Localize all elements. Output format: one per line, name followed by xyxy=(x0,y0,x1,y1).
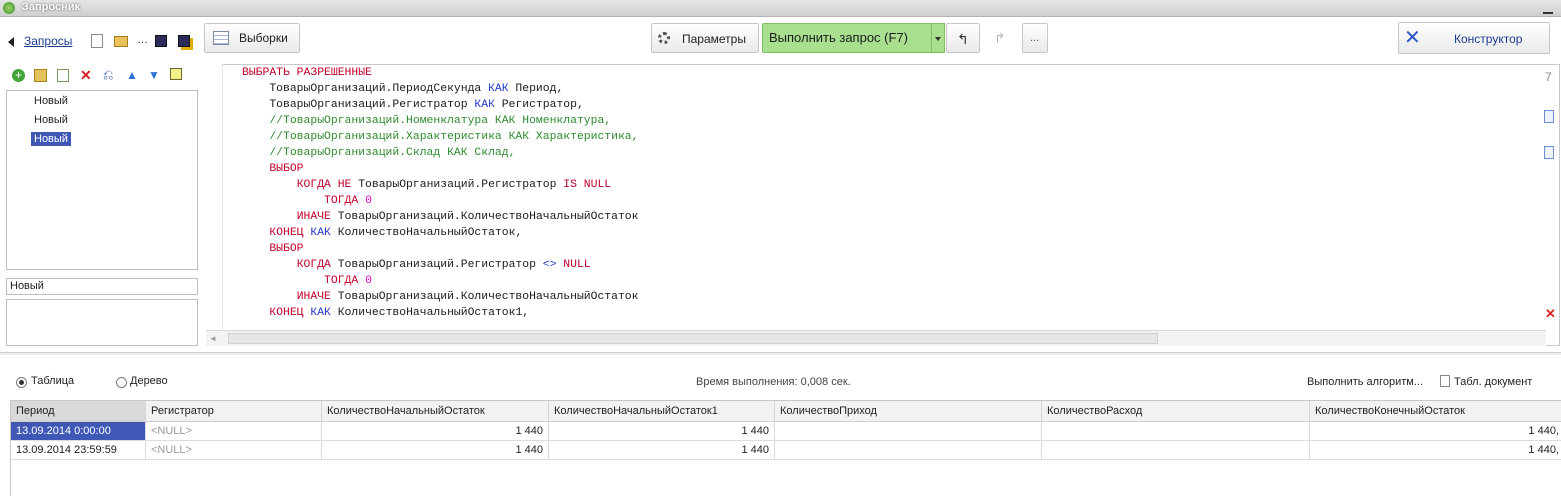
parameters-label: Параметры xyxy=(682,32,746,46)
add-icon[interactable]: + xyxy=(12,69,25,82)
parameters-button[interactable]: Параметры xyxy=(651,23,759,53)
gear-icon xyxy=(658,32,670,44)
column-header[interactable]: КоличествоНачальныйОстаток xyxy=(322,401,549,422)
query-item[interactable]: Новый xyxy=(31,94,71,108)
column-header[interactable]: КоличествоПриход xyxy=(775,401,1042,422)
rename-icon[interactable]: ⎌ xyxy=(103,67,113,83)
table-cell[interactable] xyxy=(775,422,1042,441)
pane-splitter[interactable] xyxy=(0,352,1561,355)
copy-icon[interactable] xyxy=(57,69,69,82)
expand-icon[interactable] xyxy=(170,68,182,80)
table-cell[interactable]: 13.09.2014 23:59:59 xyxy=(11,441,146,460)
chevron-down-icon xyxy=(935,37,941,41)
query-list[interactable]: Новый Новый Новый xyxy=(6,90,198,270)
tools-icon: ✕ xyxy=(1404,27,1421,49)
selections-button[interactable]: Выборки xyxy=(204,23,300,53)
editor-side-icon-1[interactable]: 7 xyxy=(1545,70,1552,84)
query-list-toolbar: + ✕ ⎌ ▲ ▼ xyxy=(6,66,198,86)
column-header[interactable]: КоличествоКонечныйОстаток xyxy=(1310,401,1561,422)
editor-horizontal-scrollbar[interactable]: ◄ xyxy=(206,330,1546,346)
table-cell[interactable] xyxy=(1042,441,1310,460)
open-folder-icon[interactable] xyxy=(114,36,128,47)
view-table-label[interactable]: Таблица xyxy=(31,375,74,387)
window-titlebar: Запросник xyxy=(0,0,1561,17)
column-header[interactable]: КоличествоРасход xyxy=(1042,401,1310,422)
constructor-label: Конструктор xyxy=(1454,32,1523,46)
editor-gutter xyxy=(206,64,223,330)
back-to-queries-link[interactable]: Запросы xyxy=(24,34,72,48)
redo-button[interactable]: ↱ xyxy=(984,23,1018,53)
undo-icon: ↰ xyxy=(957,31,969,47)
add-child-icon[interactable] xyxy=(34,69,47,82)
spreadsheet-icon xyxy=(1440,375,1450,387)
query-name-input[interactable]: Новый xyxy=(6,278,198,295)
table-cell[interactable]: 1 440 xyxy=(322,441,549,460)
execute-query-label: Выполнить запрос (F7) xyxy=(769,30,908,45)
table-cell[interactable] xyxy=(775,441,1042,460)
save-as-icon[interactable] xyxy=(178,35,190,47)
move-up-icon[interactable]: ▲ xyxy=(126,68,138,82)
table-icon xyxy=(213,31,229,45)
table-cell[interactable]: <NULL> xyxy=(146,441,322,460)
redo-icon: ↱ xyxy=(994,30,1006,46)
save-icon[interactable] xyxy=(155,35,167,47)
selections-label: Выборки xyxy=(239,31,288,45)
query-code[interactable]: ВЫБРАТЬ РАЗРЕШЕННЫЕ ТоварыОрганизаций.Пе… xyxy=(242,65,638,321)
query-description-input[interactable] xyxy=(6,299,198,346)
table-cell[interactable]: 1 440, xyxy=(1310,441,1561,460)
results-table[interactable]: Период Регистратор КоличествоНачальныйОс… xyxy=(10,400,1561,496)
more-options-label: ... xyxy=(1030,32,1040,44)
view-table-radio[interactable] xyxy=(16,377,27,388)
spreadsheet-button[interactable]: Табл. документ xyxy=(1454,376,1532,388)
run-algorithm-button[interactable]: Выполнить алгоритм... xyxy=(1307,376,1423,388)
app-icon xyxy=(3,2,15,14)
view-tree-radio[interactable] xyxy=(116,377,127,388)
undo-button[interactable]: ↰ xyxy=(946,23,980,53)
window-title: Запросник xyxy=(22,1,80,13)
constructor-button[interactable]: ✕ Конструктор xyxy=(1398,22,1550,54)
scroll-left-icon[interactable]: ◄ xyxy=(209,334,217,343)
new-document-icon[interactable] xyxy=(91,34,103,48)
table-cell[interactable]: 1 440 xyxy=(549,441,775,460)
view-tree-label[interactable]: Дерево xyxy=(130,375,168,387)
query-item[interactable]: Новый xyxy=(31,113,71,127)
delete-icon[interactable]: ✕ xyxy=(80,67,92,84)
execute-dropdown-button[interactable] xyxy=(931,23,945,53)
column-header[interactable]: КоличествоНачальныйОстаток1 xyxy=(549,401,775,422)
more-options-button[interactable]: ... xyxy=(1022,23,1048,53)
table-cell[interactable]: <NULL> xyxy=(146,422,322,441)
query-item-selected[interactable]: Новый xyxy=(31,132,71,146)
column-header[interactable]: Регистратор xyxy=(146,401,322,422)
table-cell[interactable]: 13.09.2014 0:00:00 xyxy=(11,422,146,441)
table-cell[interactable]: 1 440, xyxy=(1310,422,1561,441)
minimize-icon[interactable] xyxy=(1543,4,1553,14)
scroll-thumb[interactable] xyxy=(228,333,1158,344)
column-header[interactable]: Период xyxy=(11,401,146,422)
table-cell[interactable]: 1 440 xyxy=(549,422,775,441)
document-icon[interactable] xyxy=(1544,110,1554,123)
back-arrow-icon[interactable] xyxy=(8,37,14,47)
document-icon-2[interactable] xyxy=(1544,146,1554,159)
execute-query-button[interactable]: Выполнить запрос (F7) xyxy=(762,23,932,53)
table-cell[interactable]: 1 440 xyxy=(322,422,549,441)
more-icon[interactable]: … xyxy=(137,34,148,46)
execution-time: Время выполнения: 0,008 сек. xyxy=(696,376,851,388)
toolbar: Запросы … Выборки Параметры Выполнить за… xyxy=(0,18,1561,62)
table-cell[interactable] xyxy=(1042,422,1310,441)
move-down-icon[interactable]: ▼ xyxy=(148,68,160,82)
close-icon[interactable]: ✕ xyxy=(1545,306,1556,322)
